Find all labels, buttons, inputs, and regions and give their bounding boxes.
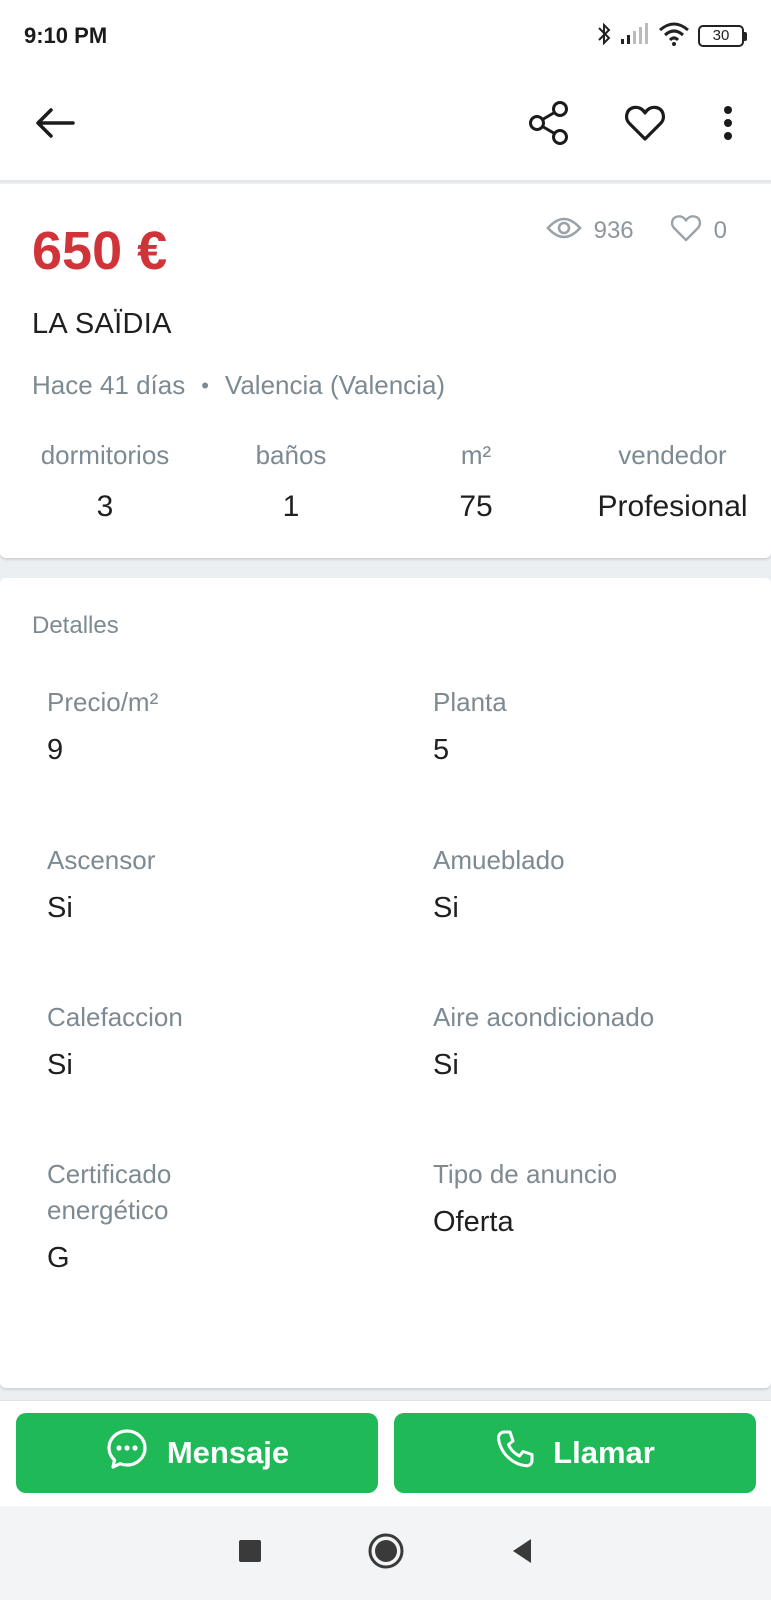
favorite-button[interactable]	[614, 94, 676, 156]
listing-specs: dormitorios 3 baños 1 m² 75 vendedor Pro…	[0, 440, 771, 524]
more-options-button[interactable]	[700, 94, 756, 156]
spec-label: vendedor	[618, 440, 727, 470]
favorites-count: 0	[713, 216, 727, 244]
screen: 9:10 PM 30 650 € 936 0 LA SAÏDIA Hace 41…	[0, 0, 771, 1600]
posted-date: Hace 41 días	[32, 370, 186, 400]
recent-apps-button[interactable]	[237, 1538, 263, 1569]
spec-label: baños	[255, 440, 327, 470]
more-vert-icon	[722, 105, 734, 146]
detail-label: Amueblado	[433, 845, 565, 875]
meta-separator: •	[201, 372, 209, 398]
detail-precio-m2: Precio/m² 9	[47, 684, 387, 767]
details-card: Detalles Precio/m² 9 Planta 5 Ascensor S…	[0, 578, 771, 1388]
listing-summary-card: 650 € 936 0 LA SAÏDIA Hace 41 días • Val…	[0, 184, 771, 558]
home-button[interactable]	[367, 1532, 405, 1575]
spec-value: 75	[459, 490, 493, 523]
listing-price: 650 €	[32, 221, 168, 281]
detail-value: 5	[433, 734, 450, 766]
eye-icon	[545, 216, 582, 245]
spec-vendedor: vendedor Profesional	[580, 440, 765, 524]
detail-label: Certificado energético	[47, 1159, 172, 1225]
detail-value: Si	[47, 1049, 73, 1081]
spec-dormitorios: dormitorios 3	[0, 440, 210, 524]
spec-label: m²	[460, 440, 492, 470]
views-stat: 936	[545, 216, 634, 245]
detail-value: 9	[47, 734, 64, 766]
phone-icon	[495, 1428, 535, 1478]
share-button[interactable]	[518, 94, 580, 156]
detail-certificado-energetico: Certificado energético G	[47, 1156, 247, 1275]
spec-m2: m² 75	[372, 440, 580, 524]
detail-value: G	[47, 1242, 70, 1274]
spec-value: 3	[96, 490, 114, 523]
battery-icon: 30	[698, 25, 747, 47]
share-icon	[527, 100, 571, 151]
back-button[interactable]	[24, 94, 86, 156]
listing-meta: Hace 41 días • Valencia (Valencia)	[32, 370, 445, 401]
spec-banos: baños 1	[210, 440, 372, 524]
app-bar	[0, 72, 771, 182]
detail-label: Planta	[433, 687, 507, 717]
favorites-stat: 0	[670, 214, 727, 247]
detail-label: Tipo de anuncio	[433, 1159, 618, 1189]
detail-calefaccion: Calefaccion Si	[47, 999, 387, 1082]
chat-bubble-icon	[105, 1427, 149, 1479]
status-bar: 9:10 PM 30	[0, 0, 771, 72]
spec-label: dormitorios	[40, 440, 170, 470]
detail-amueblado: Amueblado Si	[433, 842, 771, 925]
message-button[interactable]: Mensaje	[16, 1413, 378, 1493]
detail-label: Ascensor	[47, 845, 156, 875]
spec-value: 1	[282, 490, 300, 523]
listing-title: LA SAÏDIA	[32, 308, 172, 340]
battery-tip	[744, 31, 747, 41]
listing-stats: 936 0	[545, 214, 727, 247]
signal-icon	[620, 22, 650, 50]
detail-value: Si	[433, 1049, 459, 1081]
detail-aire-acondicionado: Aire acondicionado Si	[433, 999, 771, 1082]
listing-location: Valencia (Valencia)	[224, 370, 446, 400]
system-back-button[interactable]	[509, 1537, 535, 1570]
bluetooth-icon	[596, 21, 612, 52]
detail-value: Oferta	[433, 1206, 514, 1238]
detail-planta: Planta 5	[433, 684, 771, 767]
heart-icon	[624, 104, 666, 147]
detail-label: Precio/m²	[47, 687, 159, 717]
status-icons: 30	[596, 21, 747, 52]
message-button-label: Mensaje	[166, 1435, 290, 1470]
call-button[interactable]: Llamar	[394, 1413, 756, 1493]
detail-label: Calefaccion	[47, 1002, 183, 1032]
details-heading: Detalles	[32, 612, 119, 639]
detail-label: Aire acondicionado	[433, 1002, 655, 1032]
status-time: 9:10 PM	[24, 23, 108, 48]
system-nav-bar	[0, 1506, 771, 1600]
detail-ascensor: Ascensor Si	[47, 842, 387, 925]
action-bar: Mensaje Llamar	[0, 1400, 771, 1506]
detail-value: Si	[433, 892, 459, 924]
battery-level: 30	[698, 25, 744, 47]
wifi-icon	[658, 22, 690, 51]
back-arrow-icon	[33, 106, 77, 145]
spec-value: Profesional	[597, 490, 748, 523]
views-count: 936	[593, 216, 634, 244]
detail-tipo-de-anuncio: Tipo de anuncio Oferta	[433, 1156, 771, 1239]
detail-value: Si	[47, 892, 73, 924]
heart-outline-icon	[670, 214, 702, 247]
call-button-label: Llamar	[553, 1435, 655, 1470]
